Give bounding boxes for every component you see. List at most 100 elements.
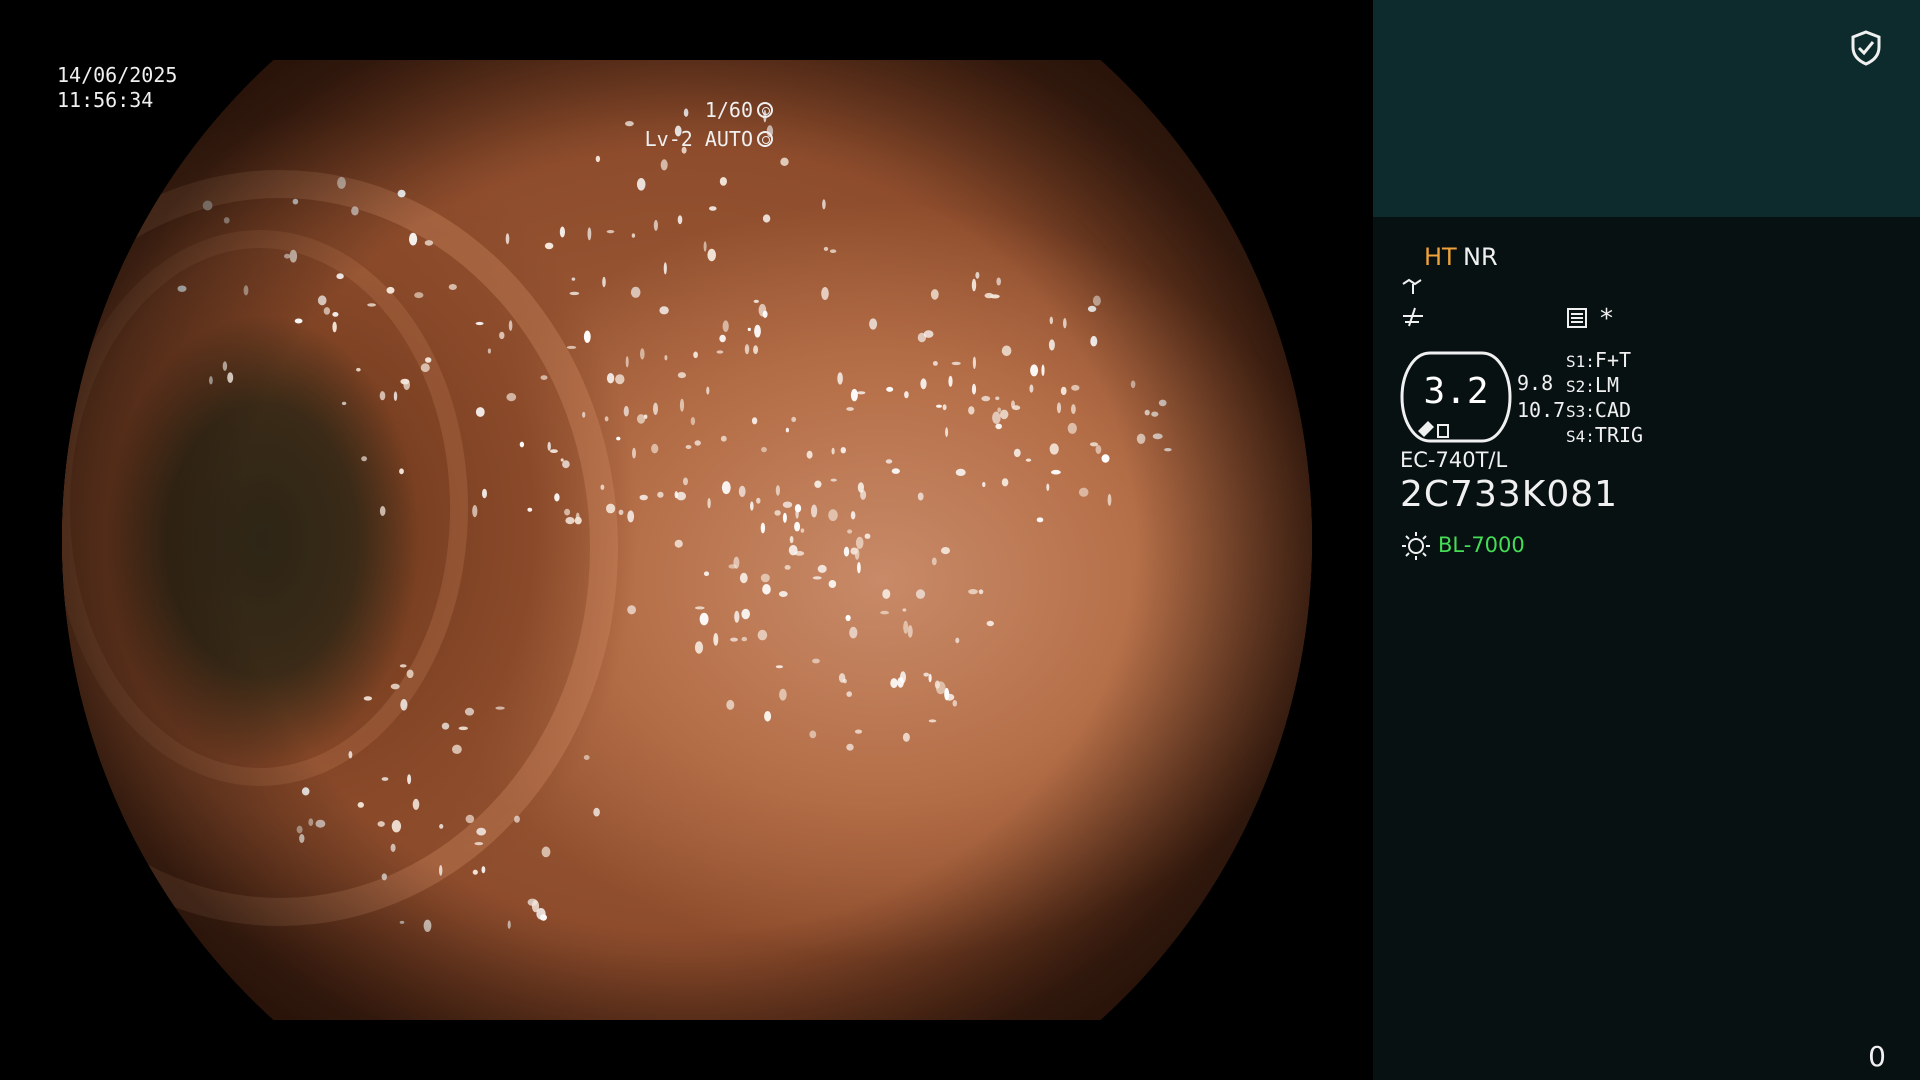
specular-highlight [618,509,624,515]
specular-highlight [294,318,303,324]
specular-highlight [659,306,669,315]
specular-highlight [386,286,395,294]
specular-highlight [986,620,994,627]
specular-highlight [499,331,505,340]
specular-highlight [728,564,737,569]
specular-highlight [407,774,412,785]
image-counter: 0 [1868,1040,1886,1073]
specular-highlight [716,350,724,354]
specular-highlight [753,299,759,303]
specular-highlight [756,497,761,504]
specular-highlight [942,404,947,411]
specular-highlight [995,396,1000,401]
specular-highlight [222,361,228,371]
specular-highlight [931,557,937,566]
specular-highlight [699,612,709,626]
specular-highlight [741,636,748,642]
specular-highlight [734,610,740,623]
specular-highlight [393,391,398,402]
specular-highlight [412,798,420,811]
specular-highlight [860,489,867,500]
specular-highlight [784,565,791,570]
specular-highlight [544,242,554,250]
specular-highlight [842,678,847,684]
specular-highlight [679,398,685,412]
specular-highlight [936,404,942,408]
specular-highlight [332,321,337,333]
specular-highlight [713,633,719,646]
shutter-readout: 1/60 [705,98,773,122]
specular-highlight [1087,305,1097,312]
specular-highlight [458,726,468,731]
specular-highlight [475,407,485,417]
specular-highlight [794,551,805,556]
specular-highlight [850,547,858,555]
specular-highlight [403,379,411,391]
specular-highlight [846,691,852,697]
specular-highlight [337,176,346,189]
specular-highlight [897,677,904,688]
specular-highlight [632,447,636,459]
specular-highlight [315,819,326,828]
zoom-value: 3.2 [1423,371,1489,412]
specular-highlight [505,233,510,245]
specular-highlight [1025,458,1032,462]
aperture-icon [757,102,773,118]
specular-highlight [1101,454,1110,463]
specular-highlight [778,591,788,597]
specular-highlight [750,501,754,511]
specular-highlight [693,351,698,359]
level-readout: Lv-2 AUTO [645,127,773,151]
specular-highlight [379,506,386,516]
specular-highlight [323,307,331,315]
specular-highlight [425,357,432,363]
specular-highlight [694,606,705,610]
specular-highlight [935,681,946,695]
specular-highlight [348,751,353,759]
specular-highlight [674,491,678,499]
specular-highlight [903,620,909,634]
shutter-text: 1/60 [704,98,753,122]
specular-highlight [399,468,404,475]
specular-highlight [782,501,793,508]
menu-icon [1567,308,1587,328]
specular-highlight [472,505,478,518]
specular-highlight [400,699,408,711]
specular-highlight [1013,448,1021,458]
specular-highlight [828,509,838,522]
specular-highlight [1001,345,1012,357]
specular-highlight [1049,316,1053,325]
asterisk-icon: * [1600,304,1613,334]
specular-highlight [1136,433,1146,444]
specular-highlight [391,820,402,833]
specular-highlight [399,920,405,924]
specular-highlight [930,289,939,300]
specular-highlight [587,227,592,241]
specular-highlight [631,233,636,238]
specular-highlight [694,641,704,654]
specular-highlight [719,177,728,186]
specular-highlight [363,696,373,701]
switch-value: TRIG [1594,423,1644,447]
specular-highlight [1029,384,1034,393]
specular-highlight [527,507,533,512]
specular-highlight [762,584,771,595]
specular-highlight [1090,335,1098,347]
switch-key: S4: [1566,427,1595,446]
specular-highlight [886,386,894,392]
specular-highlight [472,869,478,875]
specular-highlight [600,484,605,490]
specular-highlight [806,450,813,459]
specular-highlight [367,303,376,307]
specular-highlight [476,827,487,836]
info-panel: HT NR * 3.2 9.8 10.7 S1:F+T S2:LM S3:CAD… [1373,0,1920,1080]
switch-value: LM [1594,373,1619,397]
specular-highlight [849,626,858,639]
specular-highlight [685,445,692,449]
specular-highlight [1067,422,1077,434]
specular-highlight [640,348,645,360]
specular-highlight [400,378,410,385]
switch-value: CAD [1594,398,1632,422]
specular-highlight [864,533,871,539]
specular-highlight [540,914,547,921]
